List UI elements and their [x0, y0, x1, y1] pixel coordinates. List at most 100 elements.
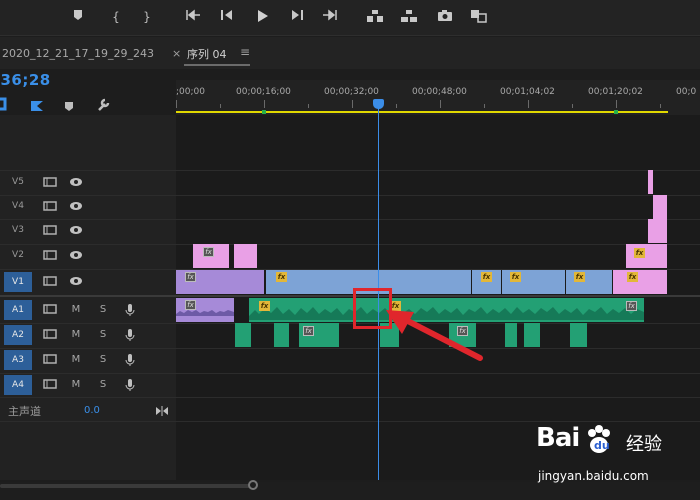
transport-bar: { } — [0, 0, 700, 36]
solo-button[interactable]: S — [96, 379, 110, 391]
sync-lock-icon[interactable] — [43, 250, 57, 262]
video-clip[interactable] — [234, 244, 257, 268]
fx-badge: fx — [259, 301, 270, 311]
watermark-url: jingyan.baidu.com — [538, 469, 649, 483]
audio-clip[interactable] — [524, 323, 540, 347]
track-divider — [0, 170, 700, 171]
audio-clip[interactable] — [235, 323, 251, 347]
mark-in-icon[interactable]: { — [105, 7, 127, 27]
mute-button[interactable]: M — [69, 354, 83, 366]
ruler-ticks — [176, 100, 661, 108]
comparison-view-icon[interactable] — [468, 7, 490, 27]
wrench-icon[interactable] — [96, 97, 110, 111]
go-to-track-end-icon[interactable] — [155, 402, 169, 416]
solo-button[interactable]: S — [96, 329, 110, 341]
track-divider — [0, 373, 700, 374]
video-clip[interactable] — [613, 270, 667, 294]
track-label-v1[interactable]: V1 — [4, 272, 32, 292]
track-label-v3[interactable]: V3 — [4, 225, 32, 235]
fx-badge: fx — [510, 272, 521, 282]
track-divider — [0, 244, 700, 245]
snap-icon[interactable] — [0, 96, 8, 111]
ruler-tick-label: 00;0 — [676, 87, 697, 97]
mute-button[interactable]: M — [69, 379, 83, 391]
video-clip[interactable] — [653, 195, 667, 219]
track-divider — [0, 397, 700, 398]
mute-button[interactable]: M — [69, 329, 83, 341]
track-label-a1[interactable]: A1 — [4, 300, 32, 320]
track-label-v2[interactable]: V2 — [4, 250, 32, 260]
track-divider — [0, 323, 700, 324]
marker-dot — [614, 110, 618, 114]
zoom-handle[interactable] — [248, 480, 258, 490]
scrollbar-thumb[interactable] — [0, 484, 252, 488]
play-icon[interactable] — [251, 7, 273, 27]
microphone-icon[interactable] — [123, 353, 137, 366]
sync-lock-icon[interactable] — [43, 329, 57, 341]
tab-sequence[interactable]: 序列 04 — [187, 46, 227, 62]
sync-lock-icon[interactable] — [43, 225, 57, 237]
microphone-icon[interactable] — [123, 328, 137, 341]
audio-clip[interactable] — [505, 323, 517, 347]
track-label-a2[interactable]: A2 — [4, 325, 32, 345]
step-back-icon[interactable] — [216, 7, 238, 27]
add-marker-icon[interactable] — [67, 7, 89, 27]
go-to-out-icon[interactable] — [319, 7, 341, 27]
eye-icon[interactable] — [69, 276, 83, 288]
eye-icon[interactable] — [69, 177, 83, 189]
mute-button[interactable]: M — [69, 304, 83, 316]
tab-underline — [184, 64, 250, 66]
marker-dot — [262, 110, 266, 114]
sync-lock-icon[interactable] — [43, 276, 57, 288]
sync-lock-icon[interactable] — [43, 177, 57, 189]
audio-clip[interactable] — [570, 323, 587, 347]
time-ruler[interactable] — [176, 80, 700, 115]
eye-icon[interactable] — [69, 225, 83, 237]
sync-lock-icon[interactable] — [43, 379, 57, 391]
track-label-a3[interactable]: A3 — [4, 350, 32, 370]
video-clip[interactable] — [648, 219, 667, 243]
video-clip[interactable] — [626, 244, 667, 268]
close-tab-icon[interactable]: × — [172, 47, 181, 60]
master-track-label: 主声道 — [8, 405, 41, 418]
linked-selection-icon[interactable] — [30, 97, 44, 111]
eye-icon[interactable] — [69, 250, 83, 262]
fx-badge: fx — [276, 272, 287, 282]
microphone-icon[interactable] — [123, 378, 137, 391]
go-to-in-icon[interactable] — [182, 7, 204, 27]
mark-out-icon[interactable]: } — [136, 7, 158, 27]
video-clip[interactable] — [648, 170, 653, 194]
sync-lock-icon[interactable] — [43, 304, 57, 316]
solo-button[interactable]: S — [96, 304, 110, 316]
master-volume-value[interactable]: 0.0 — [84, 405, 100, 416]
ruler-tick-label: 00;00;48;00 — [412, 87, 467, 97]
video-clip[interactable] — [566, 270, 612, 294]
sync-lock-icon[interactable] — [43, 201, 57, 213]
sync-lock-icon[interactable] — [43, 354, 57, 366]
panel-menu-icon[interactable]: ≡ — [240, 45, 250, 59]
work-area-bar[interactable] — [176, 111, 668, 113]
fx-badge: fx — [627, 272, 638, 282]
track-divider — [0, 195, 700, 196]
extract-icon[interactable] — [398, 7, 420, 27]
svg-text:du: du — [594, 439, 610, 452]
track-label-v4[interactable]: V4 — [4, 201, 32, 211]
eye-icon[interactable] — [69, 201, 83, 213]
audio-clip[interactable] — [274, 323, 289, 347]
solo-button[interactable]: S — [96, 354, 110, 366]
fx-badge: fx — [203, 247, 214, 257]
ruler-tick-label: 00;00;16;00 — [236, 87, 291, 97]
microphone-icon[interactable] — [123, 303, 137, 316]
ruler-tick-label: 00;00;32;00 — [324, 87, 379, 97]
track-divider — [0, 348, 700, 349]
fx-badge: fx — [634, 248, 645, 258]
track-divider — [0, 421, 700, 422]
track-label-v5[interactable]: V5 — [4, 177, 32, 187]
step-forward-icon[interactable] — [286, 7, 308, 27]
add-marker-tool-icon[interactable] — [64, 98, 74, 111]
playhead-timecode[interactable]: ;36;28 — [0, 71, 51, 89]
lift-icon[interactable] — [364, 7, 386, 27]
playhead-handle[interactable] — [373, 99, 384, 109]
camera-icon[interactable] — [434, 7, 456, 27]
track-label-a4[interactable]: A4 — [4, 375, 32, 395]
